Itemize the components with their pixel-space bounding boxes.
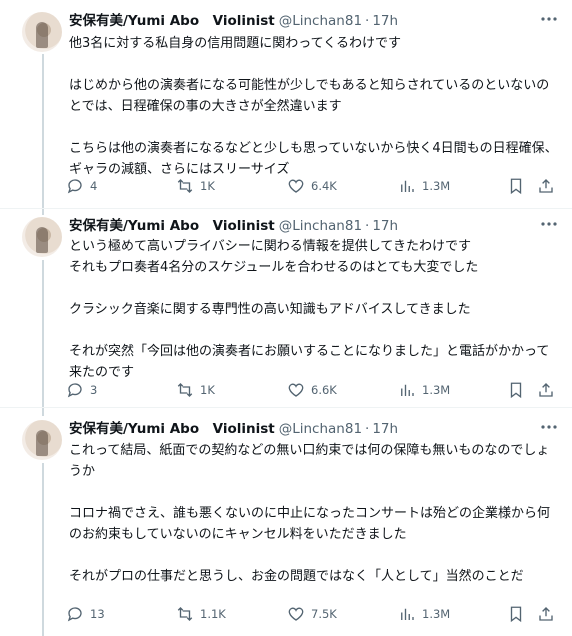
author-handle[interactable]: @Linchan81: [279, 218, 362, 234]
share-button[interactable]: [537, 602, 555, 626]
like-button[interactable]: 7.5K: [287, 602, 337, 626]
reply-bubble-icon: [67, 607, 82, 622]
tweet-3[interactable]: 安保有美/Yumi Abo Violinist @Linchan81 · 17h これ…: [0, 408, 572, 636]
views-count: 1.3M: [422, 179, 451, 193]
avatar[interactable]: [22, 217, 62, 257]
share-button[interactable]: [537, 378, 555, 402]
bookmark-button[interactable]: [507, 174, 525, 198]
tweet-text: という極めて高いプライバシーに関わる情報を提供してきたわけです それもプロ奏者4…: [69, 239, 550, 380]
share-upload-icon: [539, 179, 553, 193]
avatar[interactable]: [22, 420, 62, 460]
bookmark-icon: [510, 606, 522, 623]
thread-connector: [42, 260, 44, 407]
views-count: 1.3M: [422, 607, 451, 621]
thread-connector: [42, 209, 44, 215]
repost-arrows-icon: [177, 179, 193, 193]
views-button[interactable]: 1.3M: [398, 602, 450, 626]
tweet-text: これって結局、紙面での契約などの無い口約束では何の保障も無いものなのでしょうか …: [69, 443, 551, 584]
more-horizontal-icon[interactable]: [540, 10, 558, 32]
views-bar-chart-icon: [401, 384, 414, 396]
author-name[interactable]: 安保有美/Yumi Abo Violinist: [69, 421, 275, 437]
tweet-header: 安保有美/Yumi Abo Violinist @Linchan81 · 17h: [69, 216, 398, 236]
reply-count: 13: [90, 607, 105, 621]
thread-connector: [42, 408, 44, 416]
reply-button[interactable]: 4: [66, 174, 97, 198]
heart-icon: [288, 179, 304, 193]
timestamp[interactable]: 17h: [372, 13, 398, 29]
like-count: 6.4K: [311, 179, 337, 193]
share-upload-icon: [539, 607, 553, 621]
repost-count: 1K: [200, 179, 215, 193]
tweet-actions: 13 1.1K 7.5K 1.3M: [62, 602, 562, 626]
tweet-1[interactable]: 安保有美/Yumi Abo Violinist @Linchan81 · 17h 他3…: [0, 0, 572, 208]
bookmark-icon: [510, 382, 522, 399]
author-name[interactable]: 安保有美/Yumi Abo Violinist: [69, 218, 275, 234]
reply-button[interactable]: 13: [66, 602, 105, 626]
like-button[interactable]: 6.4K: [287, 174, 337, 198]
repost-button[interactable]: 1.1K: [176, 602, 226, 626]
separator-dot: ·: [365, 218, 370, 234]
author-handle[interactable]: @Linchan81: [279, 421, 362, 437]
like-count: 7.5K: [311, 607, 337, 621]
heart-icon: [288, 607, 304, 621]
reply-bubble-icon: [67, 383, 82, 398]
bookmark-icon: [510, 178, 522, 195]
more-horizontal-icon[interactable]: [540, 215, 558, 237]
tweet-text: 他3名に対する私自身の信用問題に関わってくるわけです はじめから他の演奏者になる…: [69, 36, 558, 177]
separator-dot: ·: [365, 13, 370, 29]
reply-count: 4: [90, 179, 98, 193]
like-count: 6.6K: [311, 383, 337, 397]
repost-button[interactable]: 1K: [176, 174, 215, 198]
views-count: 1.3M: [422, 383, 451, 397]
reply-button[interactable]: 3: [66, 378, 97, 402]
heart-icon: [288, 383, 304, 397]
share-button[interactable]: [537, 174, 555, 198]
repost-arrows-icon: [177, 607, 193, 621]
tweet-header: 安保有美/Yumi Abo Violinist @Linchan81 · 17h: [69, 11, 398, 31]
bookmark-button[interactable]: [507, 602, 525, 626]
views-button[interactable]: 1.3M: [398, 378, 450, 402]
repost-count: 1K: [200, 383, 215, 397]
author-handle[interactable]: @Linchan81: [279, 13, 362, 29]
views-bar-chart-icon: [401, 180, 414, 192]
timestamp[interactable]: 17h: [372, 421, 398, 437]
thread-connector: [42, 54, 44, 208]
tweet-header: 安保有美/Yumi Abo Violinist @Linchan81 · 17h: [69, 419, 398, 439]
more-horizontal-icon[interactable]: [540, 418, 558, 440]
tweet-actions: 4 1K 6.4K 1.3M: [62, 174, 562, 198]
bookmark-button[interactable]: [507, 378, 525, 402]
views-bar-chart-icon: [401, 608, 414, 620]
views-button[interactable]: 1.3M: [398, 174, 450, 198]
tweet-actions: 3 1K 6.6K 1.3M: [62, 378, 562, 402]
repost-arrows-icon: [177, 383, 193, 397]
separator-dot: ·: [365, 421, 370, 437]
repost-button[interactable]: 1K: [176, 378, 215, 402]
share-upload-icon: [539, 383, 553, 397]
reply-bubble-icon: [67, 179, 82, 194]
reply-count: 3: [90, 383, 98, 397]
author-name[interactable]: 安保有美/Yumi Abo Violinist: [69, 13, 275, 29]
avatar[interactable]: [22, 12, 62, 52]
like-button[interactable]: 6.6K: [287, 378, 337, 402]
timestamp[interactable]: 17h: [372, 218, 398, 234]
tweet-2[interactable]: 安保有美/Yumi Abo Violinist @Linchan81 · 17h とい…: [0, 209, 572, 407]
repost-count: 1.1K: [200, 607, 226, 621]
thread-connector: [42, 463, 44, 636]
